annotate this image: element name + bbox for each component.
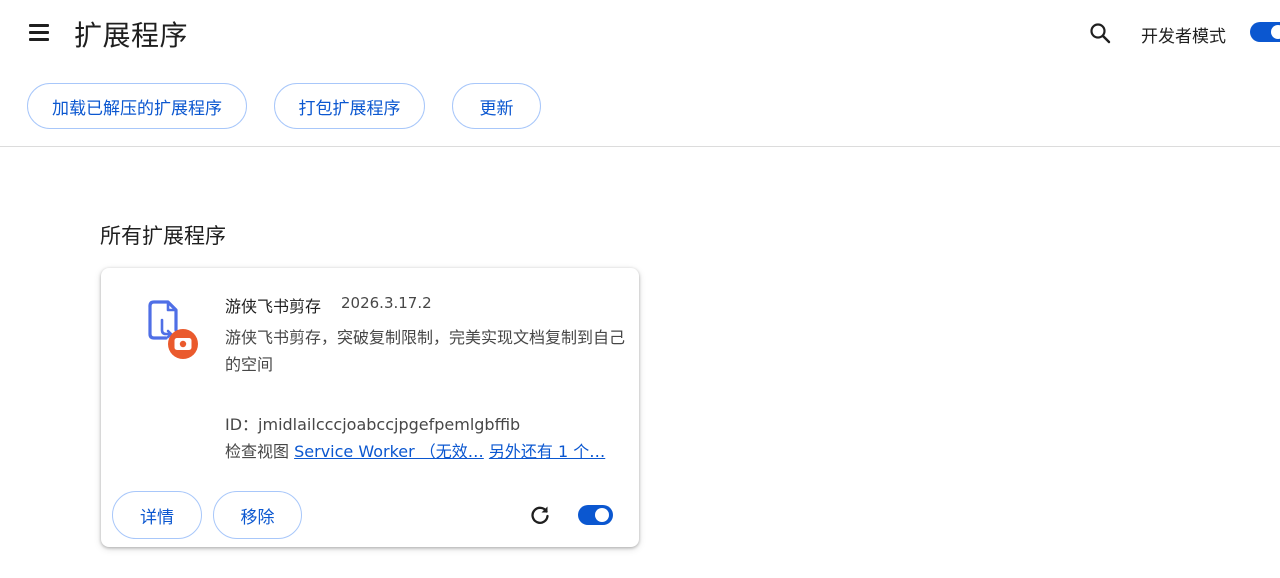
service-worker-link[interactable]: Service Worker （无效… (294, 442, 484, 461)
toolbar: 加载已解压的扩展程序 打包扩展程序 更新 (0, 83, 1280, 133)
extension-name: 游侠飞书剪存 (225, 297, 322, 316)
details-button[interactable]: 详情 (112, 491, 202, 539)
pack-extension-button[interactable]: 打包扩展程序 (274, 83, 425, 129)
update-button[interactable]: 更新 (452, 83, 541, 129)
more-views-link[interactable]: 另外还有 1 个… (489, 442, 605, 461)
inspect-views-row: 检查视图 Service Worker （无效… 另外还有 1 个… (225, 438, 605, 462)
top-bar: 扩展程序 开发者模式 (0, 0, 1280, 68)
reload-icon[interactable] (528, 503, 552, 527)
developer-mode-label: 开发者模式 (1141, 27, 1226, 47)
developer-mode-toggle[interactable] (1250, 22, 1280, 42)
page-title: 扩展程序 (74, 19, 189, 52)
inspect-views-label: 检查视图 (225, 442, 290, 461)
toggle-knob (595, 508, 609, 522)
extension-card: 游侠飞书剪存 2026.3.17.2 游侠飞书剪存，突破复制限制，完美实现文档复… (101, 268, 639, 547)
search-icon[interactable] (1088, 21, 1112, 45)
menu-icon[interactable] (27, 22, 51, 42)
extension-icon (138, 296, 202, 362)
section-title: 所有扩展程序 (100, 224, 226, 248)
extension-enable-toggle[interactable] (578, 505, 613, 525)
header-divider (0, 146, 1280, 147)
remove-button[interactable]: 移除 (213, 491, 302, 539)
extension-description: 游侠飞书剪存，突破复制限制，完美实现文档复制到自己的空间 (225, 328, 626, 374)
toggle-knob (1271, 25, 1280, 39)
extension-id: ID：jmidlailcccjoabccjpgefpemlgbffib (225, 415, 521, 434)
extension-version: 2026.3.17.2 (341, 294, 432, 312)
load-unpacked-button[interactable]: 加载已解压的扩展程序 (27, 83, 247, 129)
